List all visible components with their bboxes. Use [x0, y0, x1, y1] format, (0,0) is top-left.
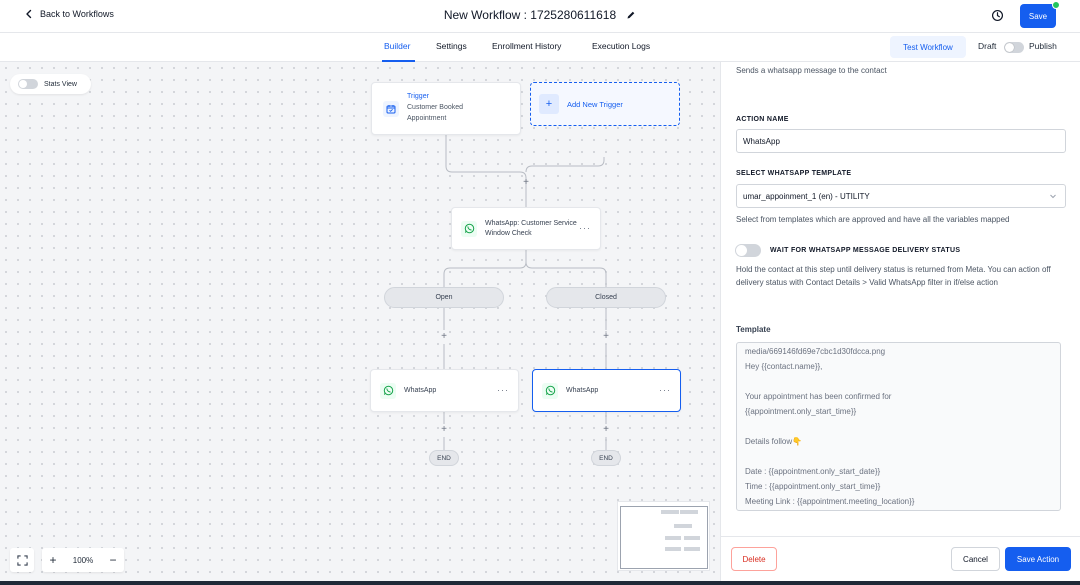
zoom-controls: + 100% −	[10, 548, 126, 572]
whatsapp-icon	[461, 220, 477, 237]
panel-footer: Delete Cancel Save Action	[721, 536, 1080, 581]
action-name-label: ACTION NAME	[736, 116, 789, 123]
wait-delivery-label: WAIT FOR WHATSAPP MESSAGE DELIVERY STATU…	[770, 247, 961, 254]
wait-delivery-help: Hold the contact at this step until deli…	[736, 265, 1051, 287]
tab-settings[interactable]: Settings	[436, 41, 467, 51]
zoom-out-button[interactable]: −	[102, 548, 124, 572]
calendar-icon	[383, 100, 399, 117]
action-settings-panel: Sends a whatsapp message to the contact …	[720, 62, 1080, 581]
action-description: Sends a whatsapp message to the contact	[736, 66, 887, 75]
tab-builder[interactable]: Builder	[384, 41, 410, 51]
publish-toggle[interactable]	[1004, 42, 1024, 53]
template-label: Template	[736, 325, 771, 334]
tabs-row: Builder Settings Enrollment History Exec…	[0, 33, 1080, 62]
template-select[interactable]: umar_appoinment_1 (en) - UTILITY	[736, 184, 1066, 208]
branch-closed[interactable]: Closed	[546, 287, 666, 308]
branch-open[interactable]: Open	[384, 287, 504, 308]
add-step-plus[interactable]: +	[521, 178, 531, 188]
template-line	[745, 374, 1052, 389]
tab-execution-logs[interactable]: Execution Logs	[592, 41, 650, 51]
arrow-left-icon	[26, 9, 32, 19]
save-button[interactable]: Save	[1020, 4, 1056, 28]
zoom-in-button[interactable]: +	[42, 548, 64, 572]
whatsapp-icon	[542, 382, 558, 399]
window-bottom-edge	[0, 581, 1080, 585]
trigger-node[interactable]: Trigger Customer Booked Appointment	[371, 82, 521, 135]
action-name-input[interactable]: WhatsApp	[736, 129, 1066, 153]
fullscreen-icon[interactable]	[10, 548, 34, 572]
trigger-title: Trigger	[407, 93, 429, 100]
tab-enrollment-history[interactable]: Enrollment History	[492, 41, 561, 51]
draft-label: Draft	[978, 41, 997, 51]
plus-icon: +	[539, 94, 559, 114]
whatsapp-action-node-open[interactable]: WhatsApp ···	[370, 369, 519, 412]
workflow-title: New Workflow : 1725280611618	[443, 8, 617, 22]
template-line: {{appointment.only_start_time}}	[745, 407, 857, 416]
add-step-plus[interactable]: +	[439, 332, 449, 342]
add-step-plus[interactable]: +	[601, 332, 611, 342]
delete-button[interactable]: Delete	[731, 547, 777, 571]
template-select-value: umar_appoinment_1 (en) - UTILITY	[743, 191, 870, 201]
minimap-node	[665, 536, 681, 540]
wait-delivery-toggle[interactable]	[735, 244, 761, 257]
history-icon[interactable]	[991, 9, 1004, 22]
minimap-node	[674, 524, 692, 528]
template-line: Time : {{appointment.only_start_time}}	[745, 482, 881, 491]
connector-lines	[443, 135, 607, 450]
more-options-icon[interactable]: ···	[659, 385, 671, 395]
minimap-node	[665, 547, 681, 551]
more-options-icon[interactable]: ···	[579, 223, 591, 233]
end-node: END	[429, 450, 459, 466]
minimap[interactable]	[617, 501, 710, 571]
whatsapp-window-check-node[interactable]: WhatsApp: Customer Service Window Check …	[451, 207, 601, 250]
template-line: Meeting Link : {{appointment.meeting_loc…	[745, 497, 915, 506]
minimap-node	[684, 547, 700, 551]
back-to-workflows-link[interactable]: Back to Workflows	[24, 9, 114, 19]
publish-label: Publish	[1029, 41, 1057, 51]
more-options-icon[interactable]: ···	[497, 385, 509, 395]
template-select-label: SELECT WHATSAPP TEMPLATE	[736, 170, 852, 177]
check-node-label: WhatsApp: Customer Service Window Check	[485, 219, 577, 237]
template-line: Date : {{appointment.only_start_date}}	[745, 467, 881, 476]
add-step-plus[interactable]: +	[601, 425, 611, 435]
status-dot	[1052, 1, 1060, 9]
back-label: Back to Workflows	[40, 9, 114, 19]
template-line: Hey {{contact.name}},	[745, 362, 823, 371]
minimap-node	[684, 536, 700, 540]
add-step-plus[interactable]: +	[439, 425, 449, 435]
end-node: END	[591, 450, 621, 466]
add-trigger-label: Add New Trigger	[567, 99, 623, 109]
test-workflow-button[interactable]: Test Workflow	[890, 36, 966, 58]
minimap-node	[661, 510, 679, 514]
template-line: media/669146fd69e7cbc1d30fdcca.png	[745, 347, 886, 356]
template-line: Your appointment has been confirmed for	[745, 392, 892, 401]
workflow-canvas[interactable]: Stats View Trigger Customer Booked Appoi…	[0, 62, 720, 581]
zoom-level: 100%	[72, 555, 94, 565]
chevron-down-icon	[1050, 194, 1056, 199]
template-line: Details follow👇	[745, 437, 803, 446]
action-node-label: WhatsApp	[404, 387, 437, 394]
save-action-button[interactable]: Save Action	[1005, 547, 1071, 571]
minimap-node	[680, 510, 698, 514]
trigger-subtitle: Customer Booked Appointment	[407, 104, 464, 122]
template-select-help: Select from templates which are approved…	[736, 215, 1010, 224]
cancel-button[interactable]: Cancel	[951, 547, 1000, 571]
pencil-icon[interactable]	[626, 10, 636, 20]
template-line	[745, 419, 1052, 434]
add-new-trigger-button[interactable]: + Add New Trigger	[530, 82, 680, 126]
whatsapp-action-node-closed[interactable]: WhatsApp ···	[532, 369, 681, 412]
action-node-label: WhatsApp	[566, 387, 599, 394]
top-bar: Back to Workflows New Workflow : 1725280…	[0, 0, 1080, 33]
template-line	[745, 449, 1052, 464]
whatsapp-icon	[380, 382, 396, 399]
template-textarea[interactable]: media/669146fd69e7cbc1d30fdcca.png Hey {…	[736, 342, 1061, 511]
